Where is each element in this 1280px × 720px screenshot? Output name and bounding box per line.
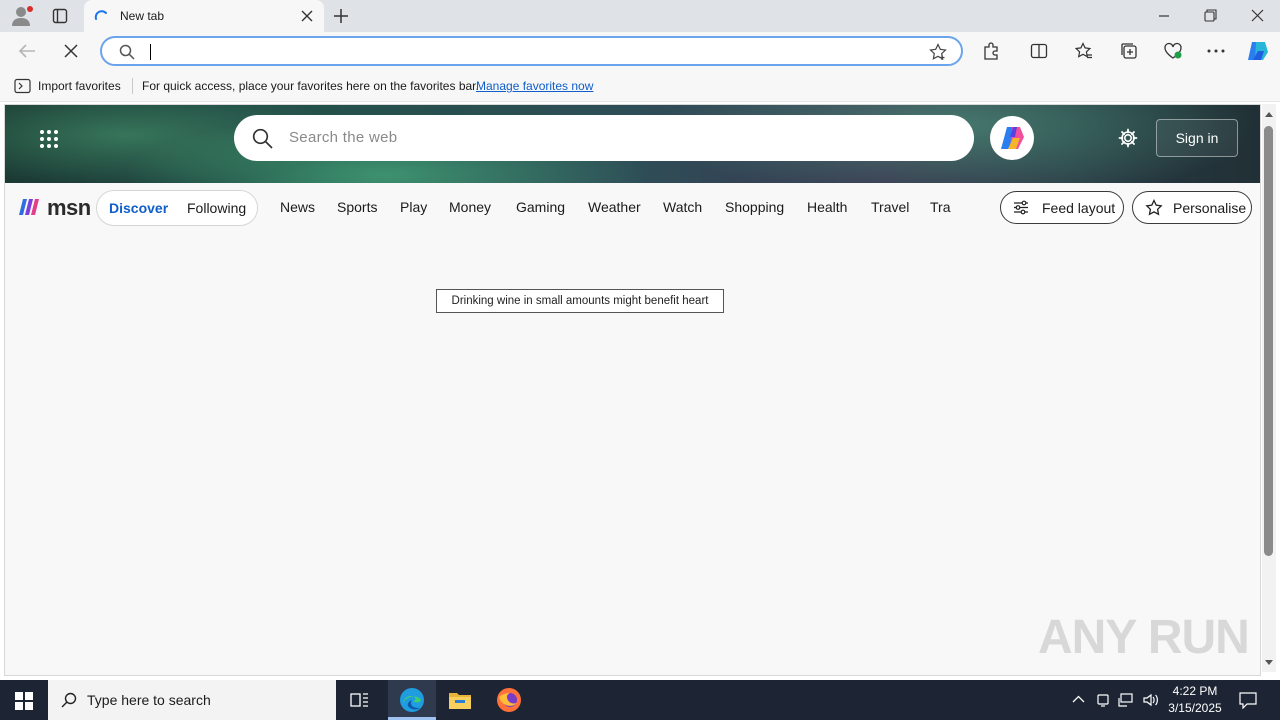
- close-tab-icon[interactable]: [301, 10, 313, 22]
- settings-gear-icon[interactable]: [1118, 128, 1138, 148]
- feed-layout-button[interactable]: Feed layout: [1000, 191, 1124, 224]
- category-gaming[interactable]: Gaming: [516, 199, 565, 215]
- title-bar: New tab: [0, 0, 1280, 32]
- notifications-icon[interactable]: [1239, 691, 1257, 709]
- personalise-button[interactable]: Personalise: [1132, 191, 1252, 224]
- file-explorer-icon[interactable]: [448, 689, 472, 711]
- tab-following[interactable]: Following: [187, 200, 246, 216]
- manage-favorites-link[interactable]: Manage favorites now: [476, 79, 593, 93]
- sliders-icon: [1013, 200, 1029, 215]
- scroll-up-icon[interactable]: [1264, 111, 1274, 118]
- settings-more-icon[interactable]: [1207, 49, 1225, 53]
- import-favorites-icon: [14, 78, 31, 94]
- taskbar-search-box[interactable]: Type here to search: [48, 680, 336, 720]
- browser-essentials-icon[interactable]: [1163, 42, 1183, 60]
- clock-date[interactable]: 3/15/2025: [1166, 701, 1224, 715]
- web-search-icon: [252, 128, 273, 149]
- feed-tabs: Discover Following: [96, 190, 258, 226]
- firefox-icon[interactable]: [496, 687, 522, 713]
- category-money[interactable]: Money: [449, 199, 491, 215]
- category-watch[interactable]: Watch: [663, 199, 702, 215]
- back-icon[interactable]: [18, 43, 36, 59]
- clock-time[interactable]: 4:22 PM: [1172, 684, 1218, 698]
- minimize-icon[interactable]: [1158, 10, 1170, 22]
- profile-icon[interactable]: [10, 5, 34, 27]
- category-news[interactable]: News: [280, 199, 315, 215]
- category-shopping[interactable]: Shopping: [725, 199, 784, 215]
- edge-browser-icon: [399, 687, 425, 713]
- meet-now-icon[interactable]: [1096, 692, 1110, 708]
- collections-icon[interactable]: [1120, 42, 1138, 60]
- msn-logo-text: msn: [47, 195, 91, 220]
- msn-logo-icon[interactable]: [17, 195, 45, 217]
- personalise-star-icon: [1145, 199, 1163, 216]
- msn-header-banner: Search the web Sign in: [5, 105, 1260, 183]
- category-sports[interactable]: Sports: [337, 199, 377, 215]
- category-travel[interactable]: Travel: [871, 199, 909, 215]
- search-icon: [119, 44, 135, 60]
- scroll-down-icon[interactable]: [1264, 659, 1274, 666]
- extensions-icon[interactable]: [982, 42, 1000, 60]
- tooltip: Drinking wine in small amounts might ben…: [436, 289, 724, 313]
- add-favorite-star-icon[interactable]: [929, 43, 947, 61]
- task-view-icon[interactable]: [350, 691, 370, 709]
- import-favorites-button[interactable]: Import favorites: [38, 79, 121, 93]
- taskbar-edge-button[interactable]: [388, 680, 436, 720]
- split-screen-icon[interactable]: [1030, 42, 1048, 60]
- apps-grid-icon[interactable]: [39, 129, 59, 149]
- taskbar-search-icon: [61, 692, 77, 708]
- tab-actions-icon[interactable]: [52, 8, 68, 24]
- volume-icon[interactable]: [1142, 692, 1160, 708]
- tab-discover[interactable]: Discover: [109, 200, 168, 216]
- close-window-icon[interactable]: [1251, 9, 1264, 22]
- stop-loading-icon[interactable]: [64, 44, 78, 58]
- restore-icon[interactable]: [1204, 9, 1217, 22]
- copilot-icon[interactable]: [1245, 39, 1271, 63]
- web-search-placeholder: Search the web: [289, 129, 398, 146]
- category-health[interactable]: Health: [807, 199, 847, 215]
- network-icon[interactable]: [1118, 692, 1134, 708]
- navigation-bar: [0, 32, 1280, 70]
- divider: [132, 78, 133, 94]
- taskbar-search-placeholder: Type here to search: [87, 692, 211, 708]
- tab-new-tab[interactable]: New tab: [84, 0, 324, 32]
- show-hidden-icons-icon[interactable]: [1072, 695, 1085, 703]
- taskbar: Type here to search 4:22 PM 3/15/2025: [0, 680, 1280, 720]
- favorites-bar: Import favorites For quick access, place…: [0, 70, 1280, 102]
- tab-title: New tab: [120, 9, 165, 23]
- address-bar[interactable]: [100, 36, 963, 66]
- favorites-icon[interactable]: [1075, 42, 1093, 60]
- favorites-bar-message: For quick access, place your favorites h…: [142, 79, 479, 93]
- copilot-button[interactable]: [990, 116, 1034, 160]
- text-caret: [150, 44, 151, 60]
- windows-start-icon[interactable]: [15, 692, 33, 710]
- anyrun-watermark: ANY RUN: [1038, 611, 1250, 664]
- personalise-label: Personalise: [1173, 200, 1247, 216]
- feed-layout-label: Feed layout: [1042, 200, 1116, 216]
- page-content: Search the web Sign in msn Discover Foll…: [4, 104, 1261, 676]
- web-search-box[interactable]: Search the web: [234, 115, 974, 161]
- category-play[interactable]: Play: [400, 199, 427, 215]
- copilot-logo-icon: [998, 125, 1026, 151]
- loading-spinner-icon: [94, 9, 108, 23]
- msn-navigation: msn Discover Following News Sports Play …: [5, 183, 1260, 233]
- new-tab-icon[interactable]: [333, 8, 349, 24]
- category-weather[interactable]: Weather: [588, 199, 641, 215]
- category-traffic[interactable]: Trai: [930, 199, 951, 215]
- scrollbar-thumb[interactable]: [1264, 126, 1273, 556]
- sign-in-button[interactable]: Sign in: [1156, 119, 1238, 157]
